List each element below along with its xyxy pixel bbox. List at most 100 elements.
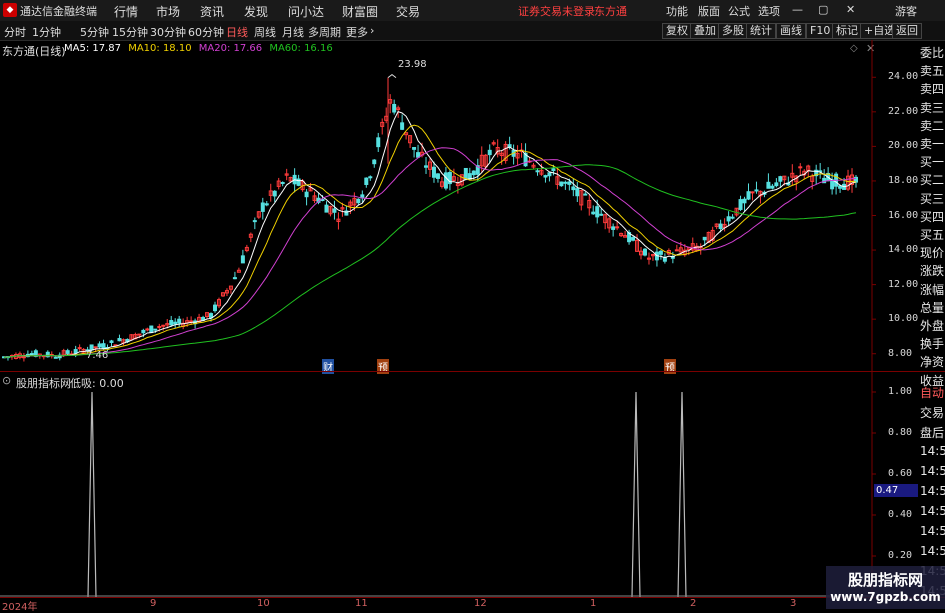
sidebar-lower-item[interactable]: 自动	[920, 384, 944, 401]
menu-shichang[interactable]: 市场	[156, 3, 180, 20]
candle-body	[435, 173, 440, 179]
sidebar-item: 卖四	[920, 82, 945, 97]
candle-body	[324, 204, 329, 213]
x-tick-label: 12	[474, 598, 487, 609]
btn-tongji[interactable]: 统计	[746, 23, 776, 39]
buy-signal-spike	[677, 391, 687, 597]
maximize-icon[interactable]: ▢	[818, 3, 828, 16]
period-30min[interactable]: 30分钟	[150, 24, 186, 40]
candle-body	[431, 166, 436, 178]
candle-body	[141, 329, 146, 334]
candle-body	[591, 211, 596, 215]
buy-signal-spike	[631, 391, 641, 597]
btn-diejia[interactable]: 叠加	[690, 23, 720, 39]
menu-gongshi[interactable]: 公式	[728, 3, 750, 19]
period-monthly[interactable]: 月线	[282, 24, 304, 40]
candle-body	[443, 172, 448, 189]
candle-body	[21, 356, 26, 359]
btn-f10[interactable]: F10	[806, 23, 835, 39]
quote-sidebar: 委比 卖五 卖四 卖三 卖二 卖一 买一 买二 买三 买四 买五 现价 涨跌 涨幅 总量 外盘 换手 净资 收益 自动…	[918, 44, 945, 604]
candlestick-chart[interactable]	[0, 40, 945, 371]
price-tick-label: 10.00	[888, 313, 919, 325]
btn-huaxian[interactable]: 画线	[776, 23, 806, 39]
candle-body	[778, 176, 783, 182]
guest-label[interactable]: 游客	[895, 3, 917, 19]
candle-body	[750, 191, 755, 194]
candle-body	[611, 226, 616, 230]
candle-body	[161, 324, 166, 327]
indicator-chart[interactable]	[0, 372, 945, 597]
minimize-icon[interactable]: —	[792, 3, 803, 16]
buy-signal-spike	[87, 391, 97, 597]
candle-body	[157, 326, 162, 329]
sidebar-item: 涨幅	[920, 282, 945, 297]
candle-body	[149, 325, 154, 334]
indicator-pane[interactable]: ⊙ 股朋指标网 低吸: 0.00 1.00 0.80 0.60 0.40 0.20 0.…	[0, 372, 945, 597]
period-15min[interactable]: 15分钟	[112, 24, 148, 40]
menu-zixun[interactable]: 资讯	[200, 3, 224, 20]
high-marker	[387, 73, 397, 79]
period-60min[interactable]: 60分钟	[188, 24, 224, 40]
btn-biaoji[interactable]: 标记	[832, 23, 862, 39]
x-tick-label: 10	[257, 598, 270, 609]
candle-body	[798, 166, 803, 169]
candle-body	[280, 181, 285, 184]
candle-body	[547, 172, 552, 177]
period-daily[interactable]: 日线	[226, 24, 248, 40]
period-multi[interactable]: 多周期	[308, 24, 341, 40]
menu-xuanxiang[interactable]: 选项	[758, 3, 780, 19]
candle-body	[372, 159, 377, 165]
candle-body	[487, 149, 492, 156]
period-more[interactable]: 更多	[346, 24, 368, 40]
price-tick-label: 16.00	[888, 209, 919, 221]
candle-body	[754, 189, 759, 192]
sidebar-lower-item: 14:56	[920, 464, 945, 478]
x-tick-label: 3	[790, 598, 797, 609]
candle-body	[356, 198, 361, 204]
sidebar-lower-item: 14:56	[920, 444, 945, 458]
period-weekly[interactable]: 周线	[254, 24, 276, 40]
x-tick-label: 9	[150, 598, 157, 609]
btn-back[interactable]: 返回	[892, 23, 922, 39]
candle-body	[718, 223, 723, 229]
btn-fuquan[interactable]: 复权	[662, 23, 692, 39]
candle-body	[471, 170, 476, 176]
ma20-line	[3, 147, 857, 358]
candle-body	[173, 321, 178, 325]
close-icon[interactable]: ✕	[846, 3, 855, 16]
candle-body	[746, 191, 751, 200]
sidebar-lower-item: 14:56	[920, 504, 945, 518]
period-1min[interactable]: 1分钟	[32, 24, 61, 40]
candle-body	[29, 353, 34, 356]
candle-body	[109, 340, 114, 343]
ma60-line	[3, 164, 857, 358]
menu-faxian[interactable]: 发现	[244, 3, 268, 20]
candle-body	[65, 350, 70, 354]
period-5min[interactable]: 5分钟	[80, 24, 109, 40]
menu-hangqing[interactable]: 行情	[114, 3, 138, 20]
app-title: 通达信金融终端	[20, 5, 97, 18]
sidebar-item: 卖三	[920, 100, 945, 115]
candle-body	[177, 318, 182, 324]
price-chart-pane[interactable]: 东方通(日线) MA5: 17.87 MA10: 18.10 MA20: 17.…	[0, 40, 945, 374]
sidebar-item: 委比	[920, 46, 945, 60]
sidebar-item: 买三	[920, 191, 945, 206]
period-fenshi[interactable]: 分时	[4, 24, 26, 40]
sidebar-item: 卖一	[920, 137, 945, 151]
candle-body	[332, 208, 337, 213]
menu-gongneng[interactable]: 功能	[666, 3, 688, 19]
period-bar: 分时 1分钟 5分钟 15分钟 30分钟 60分钟 日线 周线 月线 多周期 更…	[0, 21, 945, 41]
btn-duogu[interactable]: 多股	[718, 23, 748, 39]
menu-jiaoyi[interactable]: 交易	[396, 3, 420, 20]
login-notice[interactable]: 证券交易未登录	[518, 3, 595, 19]
candle-body	[658, 250, 663, 255]
menu-caifuquan[interactable]: 财富圈	[342, 3, 378, 20]
x-axis: 2024年 9 10 11 12 1 2 3	[0, 597, 945, 613]
menu-banmian[interactable]: 版面	[698, 3, 720, 19]
price-tick-label: 22.00	[888, 105, 919, 117]
indicator-tick-label: 0.40	[888, 509, 913, 520]
menu-wenxiaoda[interactable]: 问小达	[288, 3, 324, 20]
chevron-right-icon[interactable]: ›	[370, 24, 374, 37]
candle-body	[567, 181, 572, 185]
candle-body	[101, 343, 106, 350]
